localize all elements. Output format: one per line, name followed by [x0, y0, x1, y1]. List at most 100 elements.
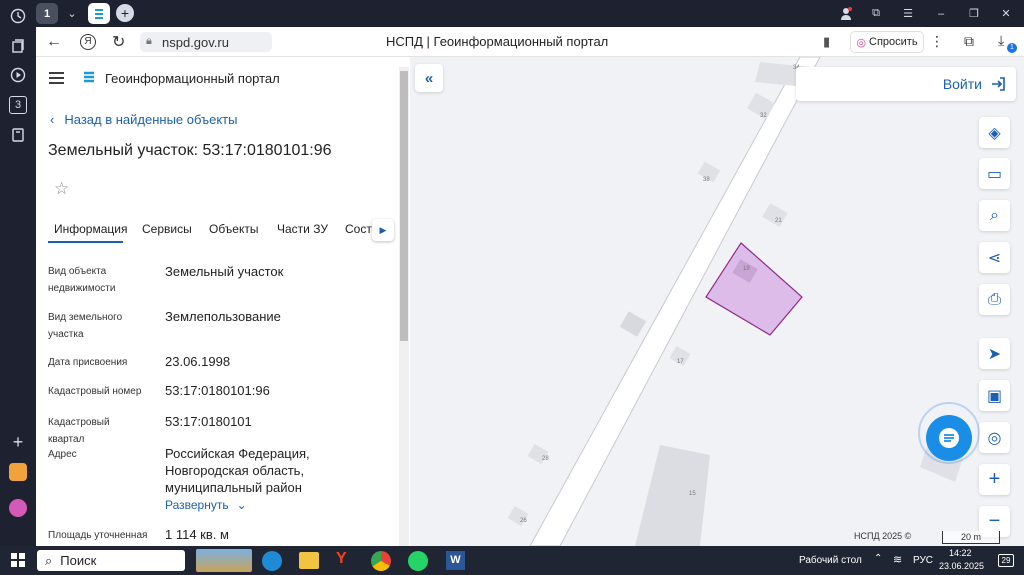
print-icon[interactable]: ⎙ — [979, 284, 1010, 315]
login-icon — [992, 77, 1005, 91]
login-label: Войти — [942, 76, 982, 92]
url-field[interactable]: 🔒︎ nspd.gov.ru — [140, 32, 272, 52]
back-icon[interactable]: ← — [46, 33, 62, 51]
tab-objects[interactable]: Объекты — [209, 222, 259, 236]
field-value: Российская Федерация, Новгородская облас… — [165, 446, 310, 495]
restore-icon[interactable]: ❐ — [964, 3, 984, 24]
house-number: 26 — [520, 518, 527, 524]
add-icon[interactable]: + — [9, 432, 27, 452]
edge-icon[interactable] — [262, 551, 282, 571]
weather-widget-image[interactable] — [196, 549, 252, 572]
ask-button[interactable]: ◎ Спросить — [850, 31, 924, 53]
field-value: Землепользование — [165, 309, 281, 324]
collapse-panel-icon[interactable]: « — [415, 64, 443, 92]
desktop-label[interactable]: Рабочий стол — [799, 555, 862, 566]
notification-badge[interactable]: 29 — [998, 554, 1014, 567]
download-icon[interactable]: ⤓ — [998, 32, 1004, 49]
minimize-icon[interactable]: – — [931, 3, 951, 24]
more-menu-icon[interactable]: ⋮ — [930, 33, 944, 50]
extensions-icon[interactable]: ⧉ — [964, 33, 974, 50]
lock-icon: 🔒︎ — [146, 35, 152, 47]
menu-icon[interactable]: ☰ — [898, 3, 918, 24]
field-value: 53:17:0180101 — [165, 414, 252, 429]
word-icon[interactable]: W — [446, 551, 465, 570]
object-info-panel: Геоинформационный портал ‹ Назад в найде… — [36, 57, 410, 546]
yandex-browser-icon[interactable]: Y — [336, 550, 347, 568]
zoom-in-icon[interactable]: + — [979, 464, 1010, 495]
yandex-icon[interactable]: Я — [80, 34, 96, 50]
tray-chevron-icon[interactable]: ⌃ — [874, 553, 882, 564]
tabs-dropdown-icon[interactable]: ⌄ — [62, 3, 82, 24]
map-canvas: 34 32 38 21 19 17 28 15 26 — [507, 57, 965, 546]
url-text: nspd.gov.ru — [162, 34, 229, 50]
taskbar-search[interactable]: ⌕ Поиск — [37, 550, 185, 571]
share-icon[interactable]: ⋖ — [979, 242, 1010, 273]
area-search-icon[interactable]: ⌕ — [979, 200, 1010, 231]
scale-bar: 20 m — [942, 531, 1000, 544]
history-icon[interactable] — [9, 7, 27, 25]
wifi-icon[interactable]: ≋ — [893, 553, 902, 566]
bookmarks-icon[interactable]: ⧉ — [866, 3, 886, 24]
chevron-left-icon: ‹ — [50, 112, 55, 127]
file-explorer-icon[interactable] — [299, 552, 319, 569]
media-play-icon[interactable] — [9, 66, 27, 84]
field-value: 53:17:0180101:96 — [165, 383, 270, 398]
navigate-icon[interactable]: ➤ — [979, 338, 1010, 369]
close-window-icon[interactable]: ✕ — [996, 3, 1016, 24]
download-badge: 1 — [1007, 43, 1017, 53]
tabs-scroll-right-icon[interactable]: ▶ — [372, 219, 394, 241]
field-value: Земельный участок — [165, 264, 284, 279]
star-icon[interactable]: ☆ — [54, 179, 69, 199]
app-icon-orange[interactable] — [9, 463, 27, 481]
ruler-icon[interactable]: ▭ — [979, 158, 1010, 189]
tab-bar: 1 ⌄ + ⧉ ☰ – ❐ ✕ — [36, 0, 1024, 27]
location-icon[interactable]: ◎ — [979, 422, 1010, 453]
tab-services[interactable]: Сервисы — [142, 222, 192, 236]
hamburger-icon[interactable] — [49, 71, 64, 89]
field-label: Вид объекта недвижимости — [48, 266, 116, 294]
house-number: 28 — [542, 456, 549, 462]
map-view[interactable]: 34 32 38 21 19 17 28 15 26 « Войти ◈ ▭ ⌕… — [410, 57, 1024, 546]
badge-count[interactable]: 3 — [9, 96, 27, 114]
login-button[interactable]: Войти — [796, 67, 1016, 101]
profile-icon[interactable] — [836, 3, 856, 24]
tab-counter[interactable]: 1 — [36, 3, 58, 24]
back-link-label: Назад в найденные объекты — [64, 112, 238, 127]
page-title: НСПД | Геоинформационный портал — [386, 34, 609, 49]
whatsapp-icon[interactable] — [408, 551, 428, 571]
house-number: 32 — [760, 113, 767, 119]
tab-information[interactable]: Информация — [54, 222, 127, 236]
house-number: 15 — [689, 491, 696, 497]
active-tab[interactable] — [88, 3, 110, 24]
bookmark-icon[interactable]: ▮ — [823, 34, 830, 50]
browser-sidebar: 3 + — [0, 0, 36, 546]
search-label: Поиск — [60, 553, 97, 568]
layers-icon[interactable]: ◈ — [979, 117, 1010, 148]
windows-start-icon[interactable] — [11, 553, 25, 572]
clock-time[interactable]: 14:22 — [949, 548, 972, 558]
portal-title: Геоинформационный портал — [105, 71, 280, 86]
ask-icon: ◎ — [856, 36, 867, 49]
back-to-results-link[interactable]: ‹ Назад в найденные объекты — [50, 112, 237, 127]
minimap-icon[interactable]: ▣ — [979, 380, 1010, 411]
land-plot — [705, 242, 803, 336]
language-indicator[interactable]: РУС — [913, 555, 933, 566]
reload-icon[interactable]: ↻ — [112, 32, 125, 52]
field-label: Вид земельного участка — [48, 312, 123, 340]
chat-button[interactable] — [926, 415, 972, 461]
clock-date[interactable]: 23.06.2025 — [939, 561, 984, 571]
scrollbar-thumb[interactable] — [400, 71, 408, 341]
attribution: НСПД 2025 © — [854, 531, 912, 541]
field-label: Адрес — [48, 449, 77, 460]
tab-parts[interactable]: Части ЗУ — [277, 222, 328, 236]
chrome-icon[interactable] — [371, 551, 391, 571]
house-number: 19 — [743, 266, 750, 272]
address-bar: ← Я ↻ 🔒︎ nspd.gov.ru НСПД | Геоинформаци… — [36, 27, 1024, 57]
book-icon[interactable] — [9, 126, 27, 144]
app-icon-pink[interactable] — [9, 499, 27, 517]
new-tab-icon[interactable]: + — [116, 4, 134, 22]
collections-icon[interactable] — [9, 37, 27, 55]
search-icon: ⌕ — [45, 552, 53, 568]
expand-link[interactable]: Развернуть ⌄ — [165, 498, 247, 512]
chevron-down-icon: ⌄ — [236, 498, 247, 512]
